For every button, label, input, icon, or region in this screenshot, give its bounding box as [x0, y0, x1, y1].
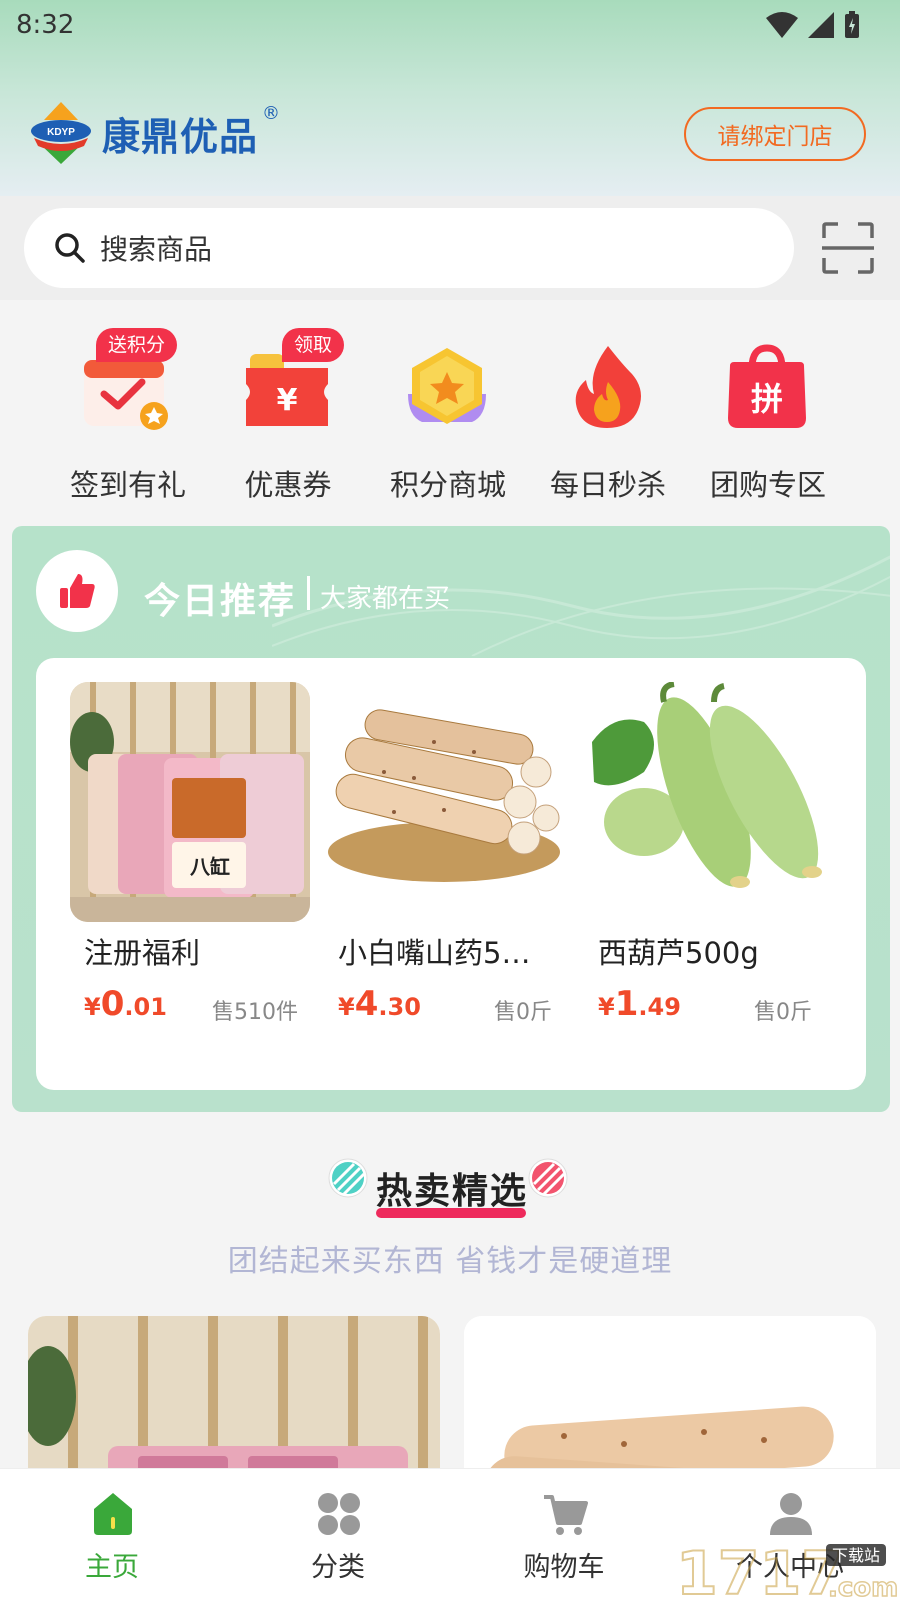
star-hexagon-icon	[408, 348, 486, 424]
brand-logo: KDYP 康鼎优品 ®	[30, 100, 280, 166]
product-image-pickled-mustard: 八缸	[70, 682, 310, 922]
product-sold-count: 售0斤	[494, 1000, 552, 1025]
product-sold-count: 售0斤	[754, 1000, 812, 1025]
status-time: 8:32	[16, 10, 75, 40]
brand-registered-mark: ®	[262, 102, 281, 124]
svg-text:¥: ¥	[277, 383, 298, 418]
product-image-yam	[324, 682, 564, 922]
quick-nav-group-buy[interactable]: 拼 团购专区	[688, 322, 838, 502]
home-icon	[94, 1493, 132, 1535]
product-name: 西葫芦500g	[598, 936, 759, 970]
quick-nav-label: 积分商城	[389, 468, 506, 502]
tab-category[interactable]: 分类	[268, 1491, 408, 1591]
svg-text:八缸: 八缸	[190, 855, 230, 879]
recommend-panel: 今日推荐 大家都在买 八缸 注册福利 ¥0.01 售510件 小白嘴山药5… ¥…	[12, 526, 890, 1112]
hot-subtitle: 团结起来买东西 省钱才是硬道理	[227, 1244, 673, 1279]
bind-store-button[interactable]: 请绑定门店	[684, 107, 866, 161]
striped-ball-icon	[528, 1158, 568, 1198]
quick-nav-label: 每日秒杀	[549, 468, 666, 502]
recommend-title: 今日推荐	[144, 581, 297, 622]
hot-title-underline	[376, 1208, 526, 1218]
product-card[interactable]: 小白嘴山药5… ¥4.30 售0斤	[324, 682, 564, 1042]
quick-nav: 送积分 签到有礼 ¥ 领取 优惠券 积分商城 每日秒杀 拼 团购专区	[0, 300, 900, 515]
svg-text:拼: 拼	[751, 380, 783, 418]
quick-nav-badge: 领取	[282, 328, 345, 362]
status-bar: 8:32	[0, 0, 900, 50]
svg-text:.com: .com	[828, 1573, 898, 1600]
quick-nav-flash-sale[interactable]: 每日秒杀	[528, 322, 678, 502]
user-icon	[770, 1493, 812, 1535]
title-divider	[307, 576, 310, 610]
search-row: 搜索商品	[0, 196, 900, 300]
status-icons	[766, 10, 860, 40]
thumbs-up-badge	[36, 550, 118, 632]
brand-name: 康鼎优品	[102, 114, 259, 159]
striped-ball-icon	[328, 1158, 368, 1198]
hot-section-header: 热卖精选 团结起来买东西 省钱才是硬道理	[0, 1148, 900, 1279]
quick-nav-label: 团购专区	[709, 468, 826, 502]
tab-label: 购物车	[523, 1552, 605, 1583]
scan-icon[interactable]	[822, 222, 874, 274]
tab-home[interactable]: 主页	[42, 1491, 182, 1591]
product-price: ¥1.49	[598, 984, 681, 1024]
product-card[interactable]: 八缸 注册福利 ¥0.01 售510件	[70, 682, 310, 1042]
quick-nav-label: 优惠券	[244, 468, 332, 502]
signal-icon	[808, 12, 834, 38]
quick-nav-coupon[interactable]: ¥ 领取 优惠券	[208, 322, 358, 502]
tab-label: 主页	[85, 1552, 139, 1583]
thumbs-up-icon	[60, 574, 95, 608]
search-icon	[55, 233, 85, 263]
product-sold-count: 售510件	[212, 1000, 298, 1025]
product-name: 小白嘴山药5…	[338, 936, 531, 970]
group-buy-bag-icon: 拼	[728, 344, 806, 428]
product-price: ¥0.01	[84, 984, 167, 1024]
quick-nav-points-mall[interactable]: 积分商城	[368, 322, 518, 502]
brand-abbr: KDYP	[47, 127, 75, 138]
wifi-icon	[766, 12, 798, 38]
category-grid-icon	[318, 1493, 360, 1535]
search-placeholder: 搜索商品	[100, 233, 213, 266]
quick-nav-sign-in[interactable]: 送积分 签到有礼	[48, 322, 198, 502]
recommend-subtitle: 大家都在买	[320, 584, 451, 614]
product-image-zucchini	[584, 682, 824, 922]
product-name: 注册福利	[84, 936, 201, 970]
search-input[interactable]: 搜索商品	[24, 208, 794, 288]
quick-nav-badge: 送积分	[96, 328, 178, 362]
recommend-card: 八缸 注册福利 ¥0.01 售510件 小白嘴山药5… ¥4.30 售0斤 西葫…	[36, 658, 866, 1090]
product-price: ¥4.30	[338, 984, 421, 1024]
tab-label: 分类	[311, 1552, 365, 1583]
product-card[interactable]: 西葫芦500g ¥1.49 售0斤	[584, 682, 824, 1042]
svg-text:下载站: 下载站	[832, 1546, 880, 1565]
quick-nav-label: 签到有礼	[69, 468, 186, 502]
svg-text:1717: 1717	[676, 1540, 843, 1600]
tab-cart[interactable]: 购物车	[494, 1491, 634, 1591]
site-watermark-logo: 1717 下载站 .com	[676, 1540, 899, 1600]
flame-icon	[575, 346, 641, 428]
hot-title: 热卖精选	[376, 1171, 529, 1212]
kdyp-logo-icon: KDYP	[31, 102, 91, 164]
battery-icon	[845, 11, 859, 38]
shopping-cart-icon	[544, 1495, 588, 1535]
header-background: 8:32 KDYP 康鼎优品 ® 请绑定门店	[0, 0, 900, 200]
